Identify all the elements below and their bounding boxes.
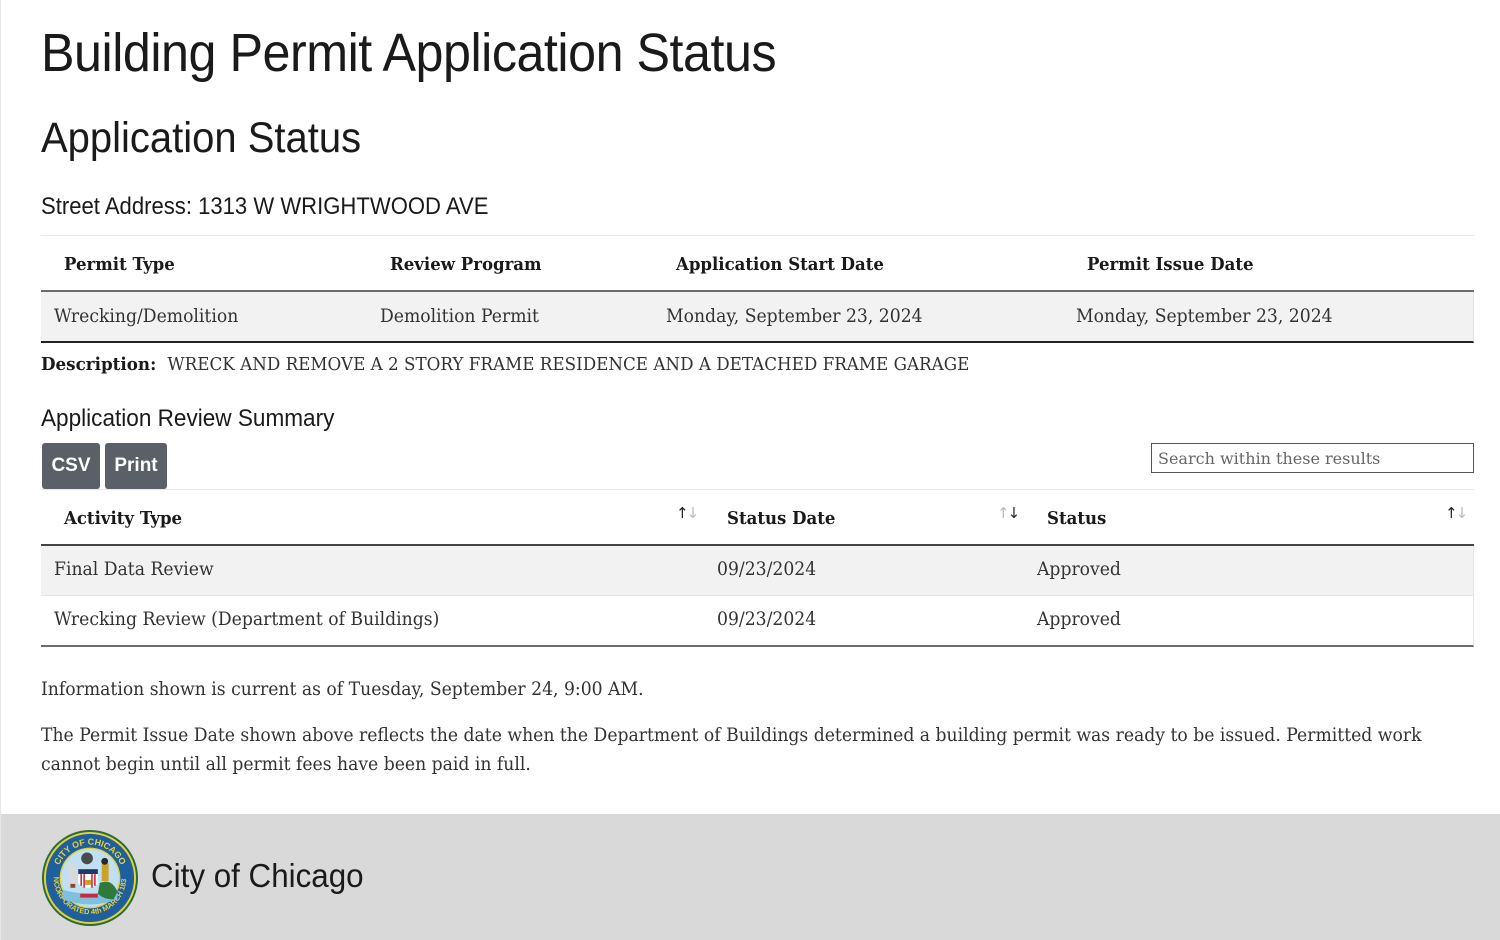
permit-issue-date-note: The Permit Issue Date shown above reflec…: [41, 725, 1422, 775]
permit-issue-date-cell: Monday, September 23, 2024: [1076, 306, 1333, 327]
column-header-permit-issue-date: Permit Issue Date: [1087, 254, 1254, 275]
column-header-review-program: Review Program: [390, 254, 542, 275]
sort-asc-icon[interactable]: ↑↓: [676, 504, 699, 522]
sort-icon[interactable]: ↑↓: [1445, 504, 1468, 522]
city-of-chicago-seal-icon: CITY OF CHICAGO INCORPORATED 4th MARCH 1…: [41, 829, 139, 927]
table-row: Wrecking/Demolition Demolition Permit Mo…: [41, 292, 1474, 343]
sort-icon[interactable]: ↑↓: [997, 504, 1020, 522]
print-button[interactable]: Print: [105, 443, 167, 489]
application-start-date-cell: Monday, September 23, 2024: [666, 306, 923, 327]
review-table-header: Activity Type ↑↓ Status Date ↑↓ Status ↑…: [41, 490, 1474, 546]
table-row: Final Data Review 09/23/2024 Approved: [41, 546, 1474, 596]
current-as-of-note: Information shown is current as of Tuesd…: [41, 679, 644, 700]
csv-button[interactable]: CSV: [42, 443, 100, 489]
description: Description: WRECK AND REMOVE A 2 STORY F…: [41, 354, 969, 375]
description-value: WRECK AND REMOVE A 2 STORY FRAME RESIDEN…: [167, 354, 970, 375]
review-program-cell: Demolition Permit: [380, 306, 539, 327]
footer: CITY OF CHICAGO INCORPORATED 4th MARCH 1…: [1, 814, 1500, 940]
search-input[interactable]: [1151, 443, 1474, 473]
status-date-cell: 09/23/2024: [717, 559, 817, 580]
permit-table: Permit Type Review Program Application S…: [41, 235, 1474, 343]
permit-type-cell: Wrecking/Demolition: [54, 306, 239, 327]
permit-table-header: Permit Type Review Program Application S…: [41, 236, 1474, 292]
street-address: Street Address: 1313 W WRIGHTWOOD AVE: [41, 193, 489, 220]
column-header-status-date[interactable]: Status Date: [727, 508, 835, 529]
table-row: Wrecking Review (Department of Buildings…: [41, 596, 1474, 647]
status-date-cell: 09/23/2024: [717, 609, 817, 630]
activity-type-cell: Final Data Review: [54, 559, 214, 580]
activity-type-cell: Wrecking Review (Department of Buildings…: [54, 609, 440, 630]
status-cell: Approved: [1037, 609, 1121, 630]
column-header-application-start-date: Application Start Date: [676, 254, 884, 275]
status-cell: Approved: [1037, 559, 1121, 580]
review-summary-table: Activity Type ↑↓ Status Date ↑↓ Status ↑…: [41, 489, 1474, 647]
page-title: Building Permit Application Status: [41, 23, 777, 83]
column-header-activity-type[interactable]: Activity Type: [64, 508, 182, 529]
description-label: Description:: [41, 354, 157, 375]
footer-title: City of Chicago: [151, 857, 364, 894]
column-header-status[interactable]: Status: [1047, 508, 1106, 529]
section-title: Application Status: [41, 114, 362, 162]
column-header-permit-type: Permit Type: [64, 254, 175, 275]
review-summary-title: Application Review Summary: [41, 405, 335, 432]
